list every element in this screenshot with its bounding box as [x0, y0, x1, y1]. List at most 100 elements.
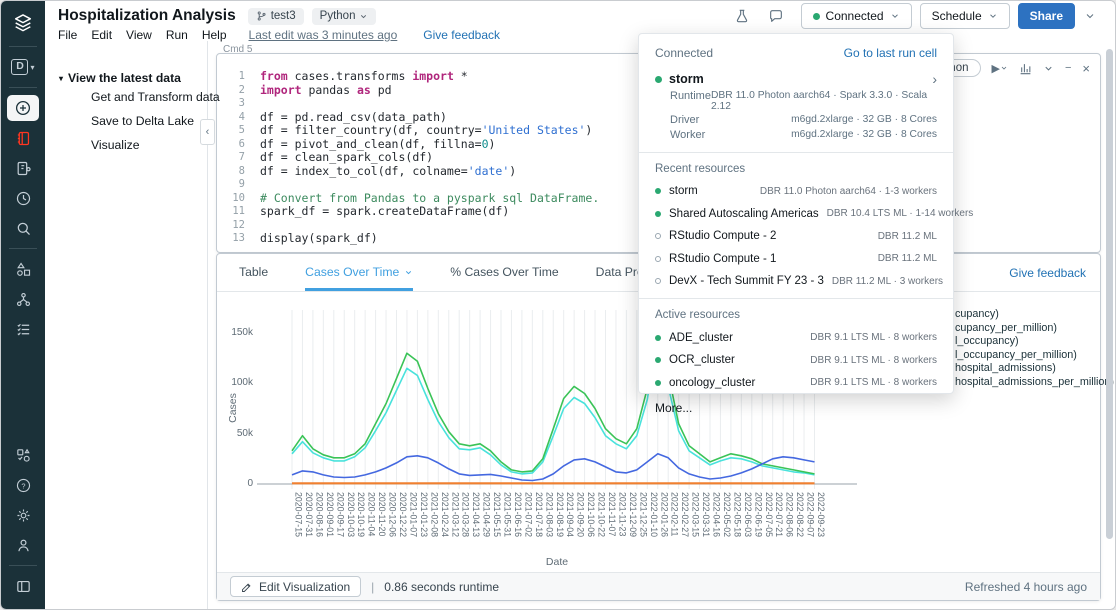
cluster-detail-runtime: RuntimeDBR 11.0 Photon aarch64 · Spark 3…: [655, 90, 937, 112]
databricks-logo-icon[interactable]: [8, 9, 38, 35]
more-link[interactable]: More...: [655, 401, 937, 415]
partner-connect-icon[interactable]: [7, 442, 39, 468]
svg-text:2022-06-03: 2022-06-03: [743, 492, 753, 537]
resource-spec: DBR 11.0 Photon aarch64 · 1-3 workers: [752, 186, 937, 197]
caret-down-icon: ▾: [59, 74, 63, 83]
header-more-chevron-icon[interactable]: [1084, 10, 1096, 22]
menu-item-run[interactable]: Run: [166, 28, 188, 42]
svg-text:?: ?: [21, 481, 25, 490]
toc-panel: ▾ View the latest data Get and Transform…: [45, 41, 208, 609]
vertical-scrollbar[interactable]: [1106, 45, 1113, 605]
language-pill[interactable]: Python: [312, 8, 377, 25]
resource-spec: DBR 11.2 ML: [870, 253, 937, 264]
queries-checklist-icon[interactable]: [7, 316, 39, 342]
share-button[interactable]: Share: [1018, 3, 1075, 29]
resource-row-ocr-cluster[interactable]: OCR_clusterDBR 9.1 LTS ML · 8 workers: [655, 354, 937, 366]
data-icon[interactable]: [7, 256, 39, 282]
tab-table[interactable]: Table: [239, 254, 268, 291]
status-dot-off: [655, 256, 661, 262]
dropdown-connected-label: Connected: [655, 46, 713, 60]
edit-visualization-button[interactable]: Edit Visualization: [230, 576, 361, 597]
svg-text:2022-09-07: 2022-09-07: [806, 492, 816, 537]
resource-row-shared-autoscaling-americas[interactable]: Shared Autoscaling AmericasDBR 10.4 LTS …: [655, 208, 937, 220]
tab-cases-over-time[interactable]: % Cases Over Time: [450, 254, 558, 291]
menu-item-file[interactable]: File: [58, 28, 77, 42]
recent-resources-header: Recent resources: [655, 163, 937, 175]
resource-row-oncology-cluster[interactable]: oncology_clusterDBR 9.1 LTS ML · 8 worke…: [655, 377, 937, 389]
resource-spec: DBR 9.1 LTS ML · 8 workers: [802, 377, 937, 388]
give-feedback-link[interactable]: Give feedback: [423, 28, 500, 42]
resource-row-rstudio-compute-2[interactable]: RStudio Compute - 2DBR 11.2 ML: [655, 230, 937, 242]
y-tick-label: 150k: [217, 327, 253, 338]
go-to-last-run-cell-link[interactable]: Go to last run cell: [844, 46, 937, 60]
svg-text:2021-06-16: 2021-06-16: [513, 492, 523, 537]
svg-text:2020-08-16: 2020-08-16: [314, 492, 324, 537]
svg-text:2020-12-22: 2020-12-22: [398, 492, 408, 537]
resource-row-devx-tech-summit-fy-23-3[interactable]: DevX - Tech Summit FY 23 - 3DBR 11.2 ML …: [655, 275, 937, 287]
last-edit-link[interactable]: Last edit was 3 minutes ago: [249, 28, 398, 42]
status-dot-green: [655, 335, 661, 341]
menu-item-edit[interactable]: Edit: [91, 28, 112, 42]
line-number: 12: [217, 219, 253, 233]
current-cluster-row[interactable]: storm ›: [655, 71, 937, 87]
settings-gear-icon[interactable]: [7, 502, 39, 528]
repos-icon[interactable]: [7, 155, 39, 181]
rail-divider: [9, 248, 37, 249]
svg-text:2021-11-23: 2021-11-23: [617, 492, 627, 536]
workflows-icon[interactable]: [7, 286, 39, 312]
svg-text:2022-03-31: 2022-03-31: [701, 492, 711, 537]
line-number: 13: [217, 232, 253, 246]
toc-item-visualize[interactable]: Visualize: [45, 133, 207, 157]
recents-clock-icon[interactable]: [7, 185, 39, 211]
refreshed-text: Refreshed 4 hours ago: [965, 580, 1087, 594]
rail-divider: [9, 565, 37, 566]
status-dot-green: [655, 76, 662, 83]
workspace-notebook-icon[interactable]: [7, 125, 39, 151]
branch-pill[interactable]: test3: [248, 8, 304, 25]
create-new-icon[interactable]: [7, 95, 39, 121]
connected-button[interactable]: Connected: [801, 3, 912, 29]
tab-cases-over-time[interactable]: Cases Over Time: [305, 254, 413, 291]
svg-text:2020-10-03: 2020-10-03: [346, 492, 356, 537]
resource-name: RStudio Compute - 1: [669, 253, 776, 265]
branch-name: test3: [271, 10, 296, 22]
panel-toggle-icon[interactable]: [7, 573, 39, 599]
run-cell-button[interactable]: ▶: [992, 62, 1008, 75]
resource-row-storm[interactable]: stormDBR 11.0 Photon aarch64 · 1-3 worke…: [655, 185, 937, 197]
comments-icon[interactable]: [768, 8, 784, 24]
resource-row-ade-cluster[interactable]: ADE_clusterDBR 9.1 LTS ML · 8 workers: [655, 332, 937, 344]
status-dot-green: [655, 188, 661, 194]
chevron-down-icon: [404, 268, 413, 277]
chart-view-icon[interactable]: [1019, 62, 1032, 75]
search-icon[interactable]: [7, 215, 39, 241]
resource-name: OCR_cluster: [669, 354, 735, 366]
help-icon[interactable]: ?: [7, 472, 39, 498]
menu-item-view[interactable]: View: [126, 28, 152, 42]
schedule-button[interactable]: Schedule: [920, 3, 1010, 29]
svg-text:2022-03-15: 2022-03-15: [691, 492, 701, 537]
results-give-feedback-link[interactable]: Give feedback: [1009, 266, 1086, 280]
svg-text:2021-07-02: 2021-07-02: [523, 492, 533, 537]
svg-text:2021-03-12: 2021-03-12: [450, 492, 460, 537]
collapse-panel-button[interactable]: ‹: [200, 119, 215, 145]
svg-text:2021-10-22: 2021-10-22: [597, 492, 607, 537]
svg-text:2022-01-10: 2022-01-10: [649, 492, 659, 537]
svg-text:2020-07-15: 2020-07-15: [294, 492, 304, 537]
cell-collapse-chevron-icon[interactable]: [1043, 63, 1054, 74]
user-profile-icon[interactable]: [7, 532, 39, 558]
workspace-switcher-icon[interactable]: D▾: [7, 54, 39, 80]
flask-icon[interactable]: [734, 8, 750, 24]
scrollbar-thumb[interactable]: [1106, 49, 1113, 539]
menu-item-help[interactable]: Help: [202, 28, 227, 42]
y-tick-label: 0: [217, 478, 253, 489]
toc-section-header[interactable]: ▾ View the latest data: [45, 41, 207, 85]
close-cell-icon[interactable]: ×: [1082, 61, 1090, 76]
line-number: 7: [217, 151, 253, 165]
toc-item-get-and-transform-data[interactable]: Get and Transform data: [45, 85, 207, 109]
cluster-dropdown: Connected Go to last run cell storm › Ru…: [638, 33, 954, 394]
svg-text:2022-05-02: 2022-05-02: [722, 492, 732, 537]
resource-row-rstudio-compute-1[interactable]: RStudio Compute - 1 DBR 11.2 ML: [655, 253, 937, 265]
svg-text:2022-08-22: 2022-08-22: [795, 492, 805, 537]
toc-item-save-to-delta-lake[interactable]: Save to Delta Lake: [45, 109, 207, 133]
minimize-cell-icon[interactable]: −: [1065, 62, 1071, 74]
